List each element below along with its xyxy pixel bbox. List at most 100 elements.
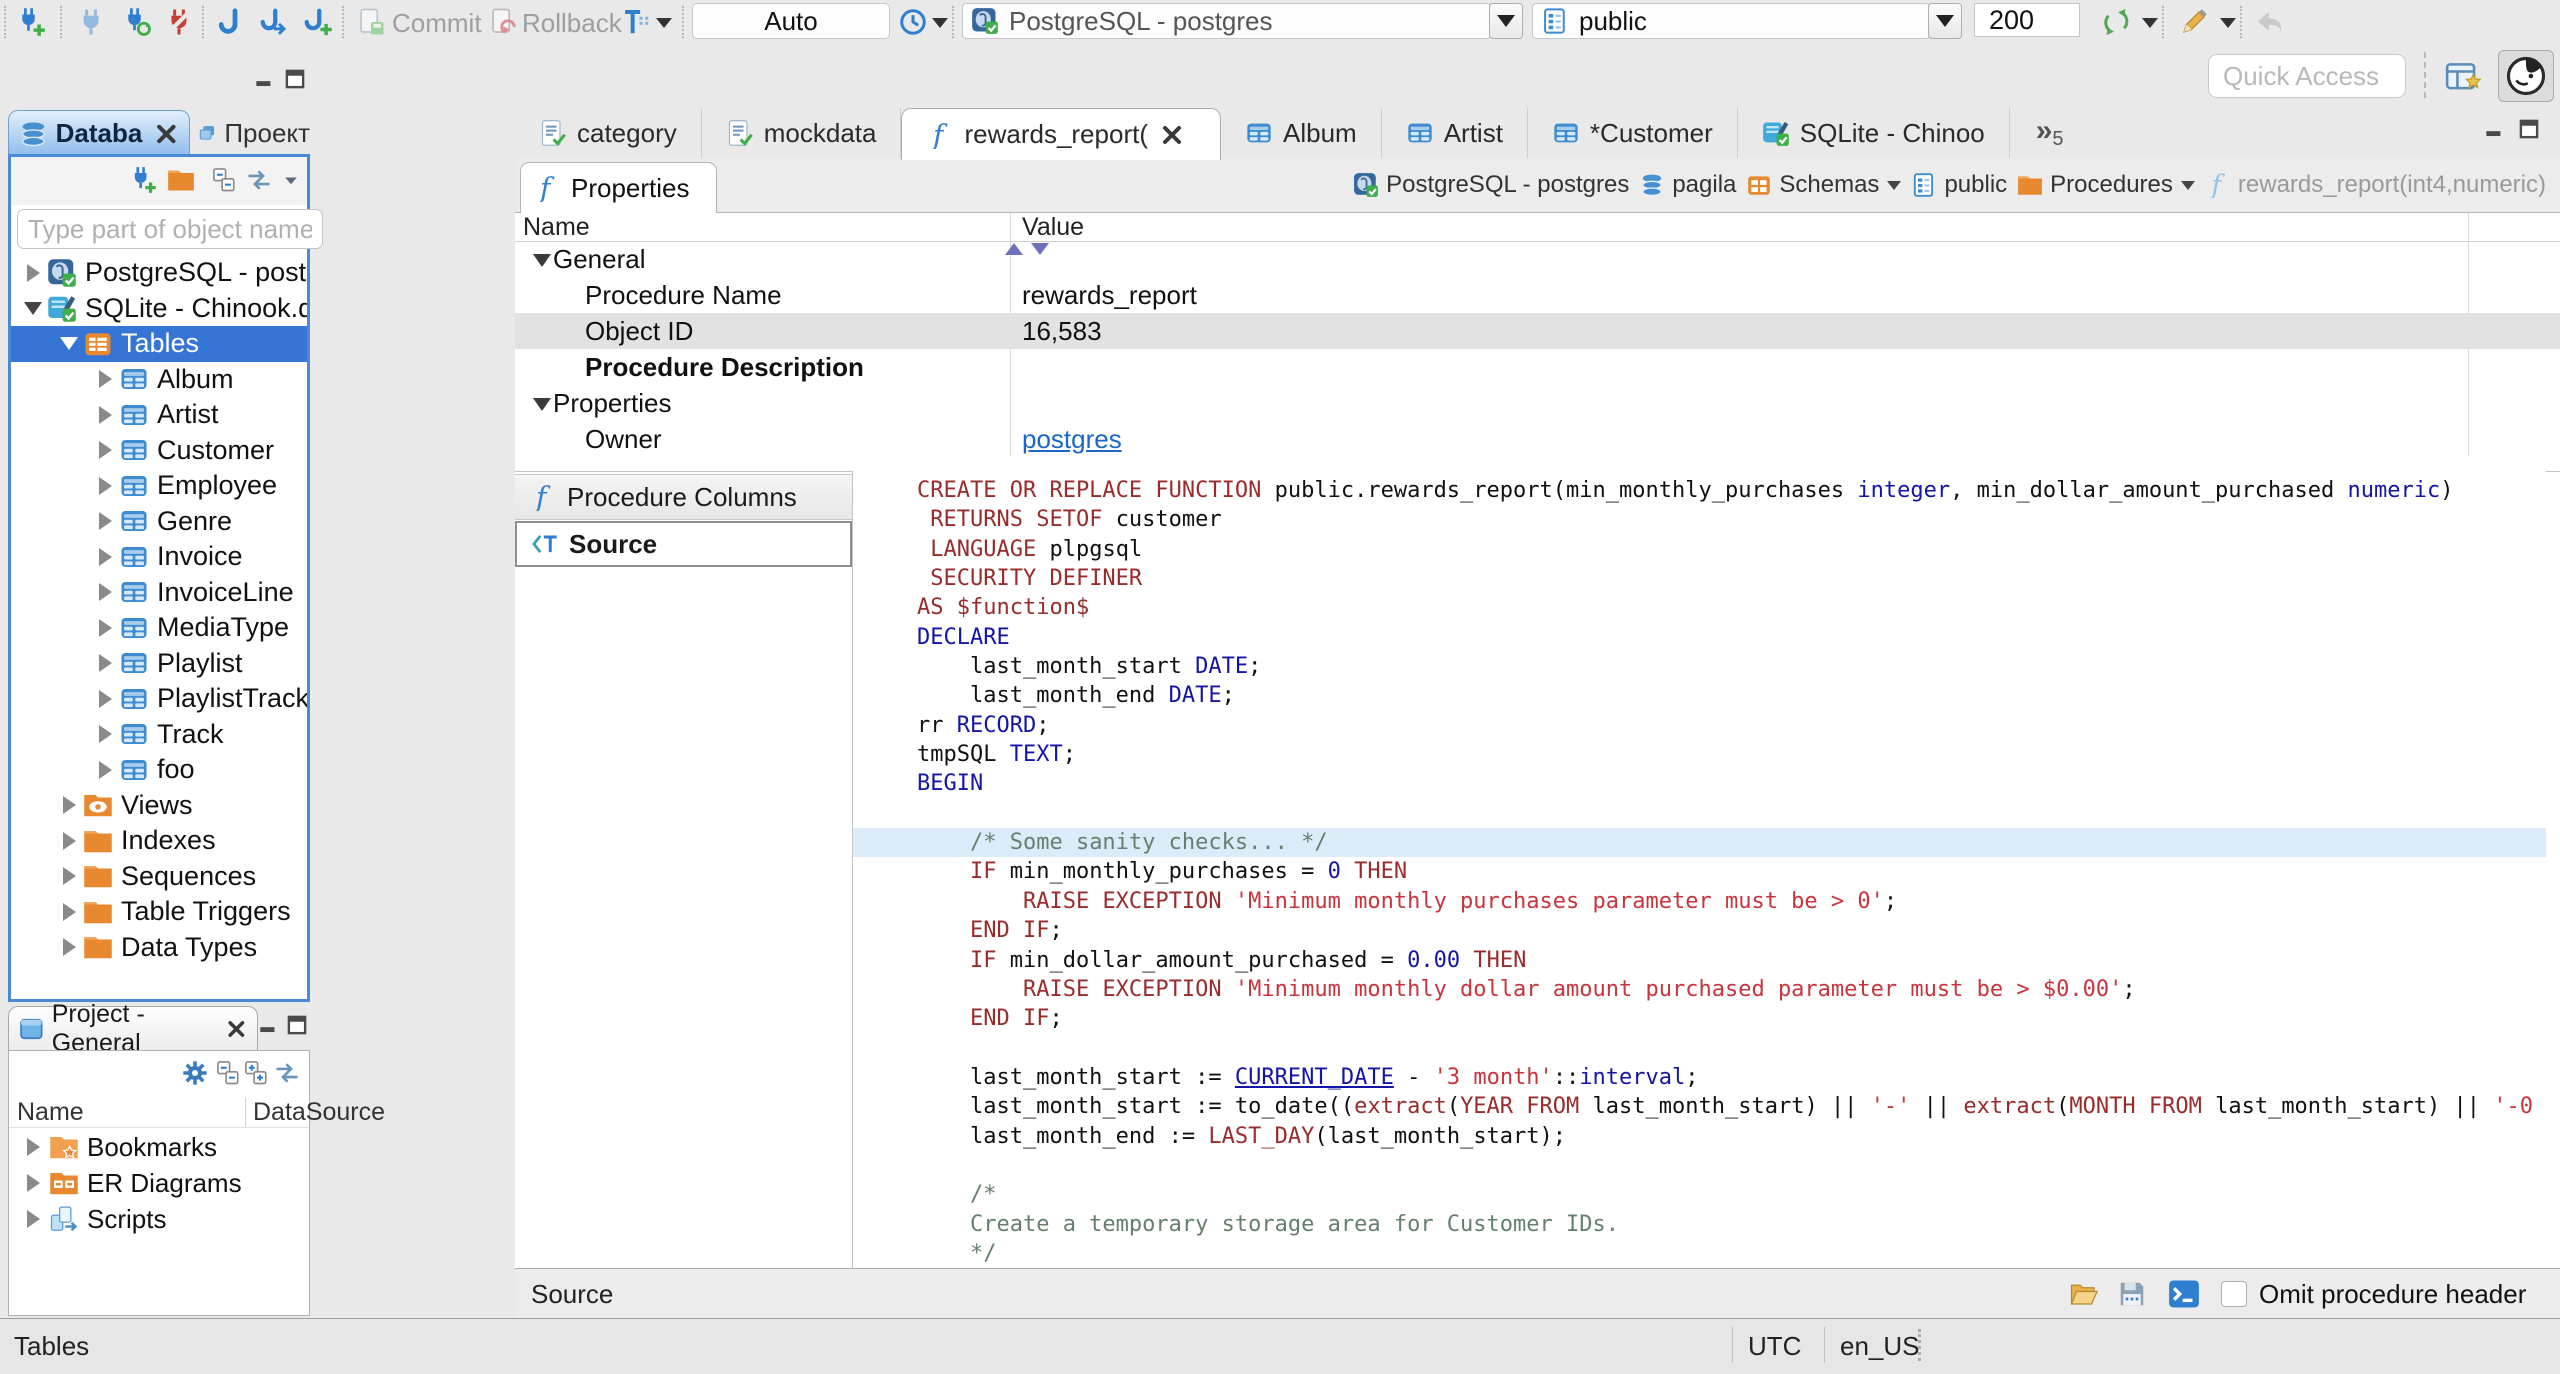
tree-item-data-types[interactable]: Data Types — [11, 930, 307, 966]
expand-arrow-icon[interactable] — [93, 545, 117, 569]
close-icon[interactable] — [152, 119, 181, 149]
breadcrumb-item-pagila[interactable]: pagila — [1639, 171, 1736, 199]
breadcrumb-item-public[interactable]: public — [1911, 171, 2007, 199]
collapse-all-icon[interactable] — [215, 1059, 243, 1087]
collapse-arrow-icon[interactable] — [57, 332, 81, 356]
timezone-label[interactable]: UTC — [1748, 1331, 1801, 1362]
tree-item-playlist[interactable]: Playlist — [11, 646, 307, 682]
commit-icon[interactable] — [356, 7, 386, 37]
project-item-scripts[interactable]: Scripts — [9, 1201, 309, 1237]
editor-tab--customer[interactable]: *Customer — [1528, 108, 1738, 158]
maximize-editor-button[interactable] — [2516, 116, 2542, 142]
collapse-all-icon[interactable] — [211, 166, 239, 194]
history-clock-icon[interactable] — [898, 7, 928, 37]
column-divider[interactable] — [245, 1097, 246, 1127]
breadcrumb-item-schemas[interactable]: Schemas — [1746, 171, 1902, 199]
back-arrow-icon[interactable] — [2254, 7, 2286, 37]
tree-item-customer[interactable]: Customer — [11, 433, 307, 469]
procedure-columns-item[interactable]: f Procedure Columns — [515, 474, 852, 520]
expand-arrow-icon[interactable] — [93, 651, 117, 675]
tree-item-tables[interactable]: Tables — [11, 326, 307, 362]
expand-arrow-icon[interactable] — [57, 935, 81, 959]
expand-arrow-icon[interactable] — [93, 758, 117, 782]
expand-arrow-icon[interactable] — [21, 1171, 45, 1195]
tree-item-sequences[interactable]: Sequences — [11, 859, 307, 895]
editor-tab-album[interactable]: Album — [1221, 108, 1382, 158]
transaction-mode-icon[interactable] — [622, 7, 652, 37]
source-item[interactable]: Source — [515, 521, 852, 567]
connection-combo[interactable]: PostgreSQL - postgres — [962, 3, 1491, 39]
editor-tab-sqlite-chinoo[interactable]: SQLite - Chinoo — [1738, 108, 2010, 158]
property-row-procedure-name[interactable]: Procedure Name rewards_report — [515, 277, 2560, 313]
expand-arrow-icon[interactable] — [93, 403, 117, 427]
expand-arrow-icon[interactable] — [21, 1135, 45, 1159]
connect-icon[interactable] — [76, 7, 106, 37]
save-to-file-icon[interactable] — [2117, 1279, 2147, 1309]
rollback-button[interactable]: Rollback — [522, 8, 622, 39]
new-sql-editor-icon[interactable] — [256, 7, 292, 37]
generate-sql-pen-icon[interactable] — [2176, 7, 2212, 37]
property-row-properties[interactable]: Properties — [515, 385, 2560, 421]
collapse-arrow-icon[interactable] — [533, 398, 551, 411]
tree-item-views[interactable]: Views — [11, 788, 307, 824]
schema-combo[interactable]: public — [1532, 3, 1930, 39]
omit-procedure-header-checkbox[interactable] — [2221, 1281, 2247, 1307]
sql-editor-icon[interactable] — [214, 7, 246, 37]
minimize-view-button[interactable] — [256, 1012, 282, 1038]
property-row-procedure-description[interactable]: Procedure Description — [515, 349, 2560, 385]
tree-item-invoice[interactable]: Invoice — [11, 539, 307, 575]
breadcrumb-item-postgresql-postgres[interactable]: PostgreSQL - postgres — [1353, 171, 1629, 199]
minimize-editor-button[interactable] — [2482, 116, 2508, 142]
expand-arrow-icon[interactable] — [57, 864, 81, 888]
collapse-arrow-icon[interactable] — [21, 296, 45, 320]
object-filter-input[interactable] — [17, 209, 323, 249]
expand-all-icon[interactable] — [243, 1059, 271, 1087]
locale-label[interactable]: en_US — [1840, 1331, 1920, 1362]
settings-gear-icon[interactable] — [181, 1059, 209, 1087]
close-icon[interactable] — [224, 1015, 249, 1043]
new-connection-icon[interactable] — [14, 7, 48, 37]
tab-projects[interactable]: Проект — [192, 110, 310, 156]
maximize-view-button[interactable] — [284, 1012, 310, 1038]
editor-tab-category[interactable]: category — [515, 108, 702, 158]
close-icon[interactable] — [1158, 121, 1186, 149]
expand-arrow-icon[interactable] — [21, 261, 45, 285]
fetch-size-input[interactable] — [1974, 3, 2080, 37]
recent-sql-editor-icon[interactable] — [300, 7, 336, 37]
expand-arrow-icon[interactable] — [93, 367, 117, 391]
collapse-up-icon[interactable] — [1005, 243, 1023, 255]
expand-arrow-icon[interactable] — [57, 900, 81, 924]
tab-properties[interactable]: f Properties — [520, 162, 717, 213]
refresh-icon[interactable] — [2098, 7, 2134, 37]
tree-item-playlisttrack[interactable]: PlaylistTrack — [11, 681, 307, 717]
refresh-dropdown-icon[interactable] — [2142, 18, 2158, 28]
tree-item-genre[interactable]: Genre — [11, 504, 307, 540]
project-item-bookmarks[interactable]: Bookmarks — [9, 1129, 309, 1165]
maximize-view-button[interactable] — [282, 66, 308, 92]
expand-arrow-icon[interactable] — [93, 438, 117, 462]
column-name[interactable]: Name — [523, 213, 590, 242]
expand-arrow-icon[interactable] — [93, 687, 117, 711]
breadcrumb-item-procedures[interactable]: Procedures — [2017, 171, 2195, 199]
property-row-owner[interactable]: Owner postgres — [515, 421, 2560, 457]
expand-arrow-icon[interactable] — [93, 722, 117, 746]
tree-item-album[interactable]: Album — [11, 362, 307, 398]
open-file-icon[interactable] — [2069, 1279, 2099, 1309]
tree-item-invoiceline[interactable]: InvoiceLine — [11, 575, 307, 611]
link-with-editor-icon[interactable] — [245, 166, 273, 194]
generate-sql-dropdown-icon[interactable] — [2220, 18, 2236, 28]
expand-arrow-icon[interactable] — [93, 474, 117, 498]
connection-folder-icon[interactable] — [167, 166, 195, 194]
tree-item-foo[interactable]: foo — [11, 752, 307, 788]
reconnect-icon[interactable] — [120, 7, 154, 37]
breadcrumb-item-rewards-report-int4-numeric-[interactable]: f rewards_report(int4,numeric) — [2205, 171, 2546, 199]
grid-collapse-control[interactable] — [1005, 243, 1049, 255]
property-value-link[interactable]: postgres — [1022, 424, 1122, 455]
editor-tab-artist[interactable]: Artist — [1382, 108, 1528, 158]
collapse-arrow-icon[interactable] — [533, 254, 551, 267]
editor-tab-rewards-report-[interactable]: f rewards_report( — [901, 108, 1221, 160]
expand-arrow-icon[interactable] — [93, 616, 117, 640]
source-code[interactable]: CREATE OR REPLACE FUNCTION public.reward… — [853, 470, 2546, 1268]
tree-item-employee[interactable]: Employee — [11, 468, 307, 504]
property-row-general[interactable]: General — [515, 241, 2560, 277]
